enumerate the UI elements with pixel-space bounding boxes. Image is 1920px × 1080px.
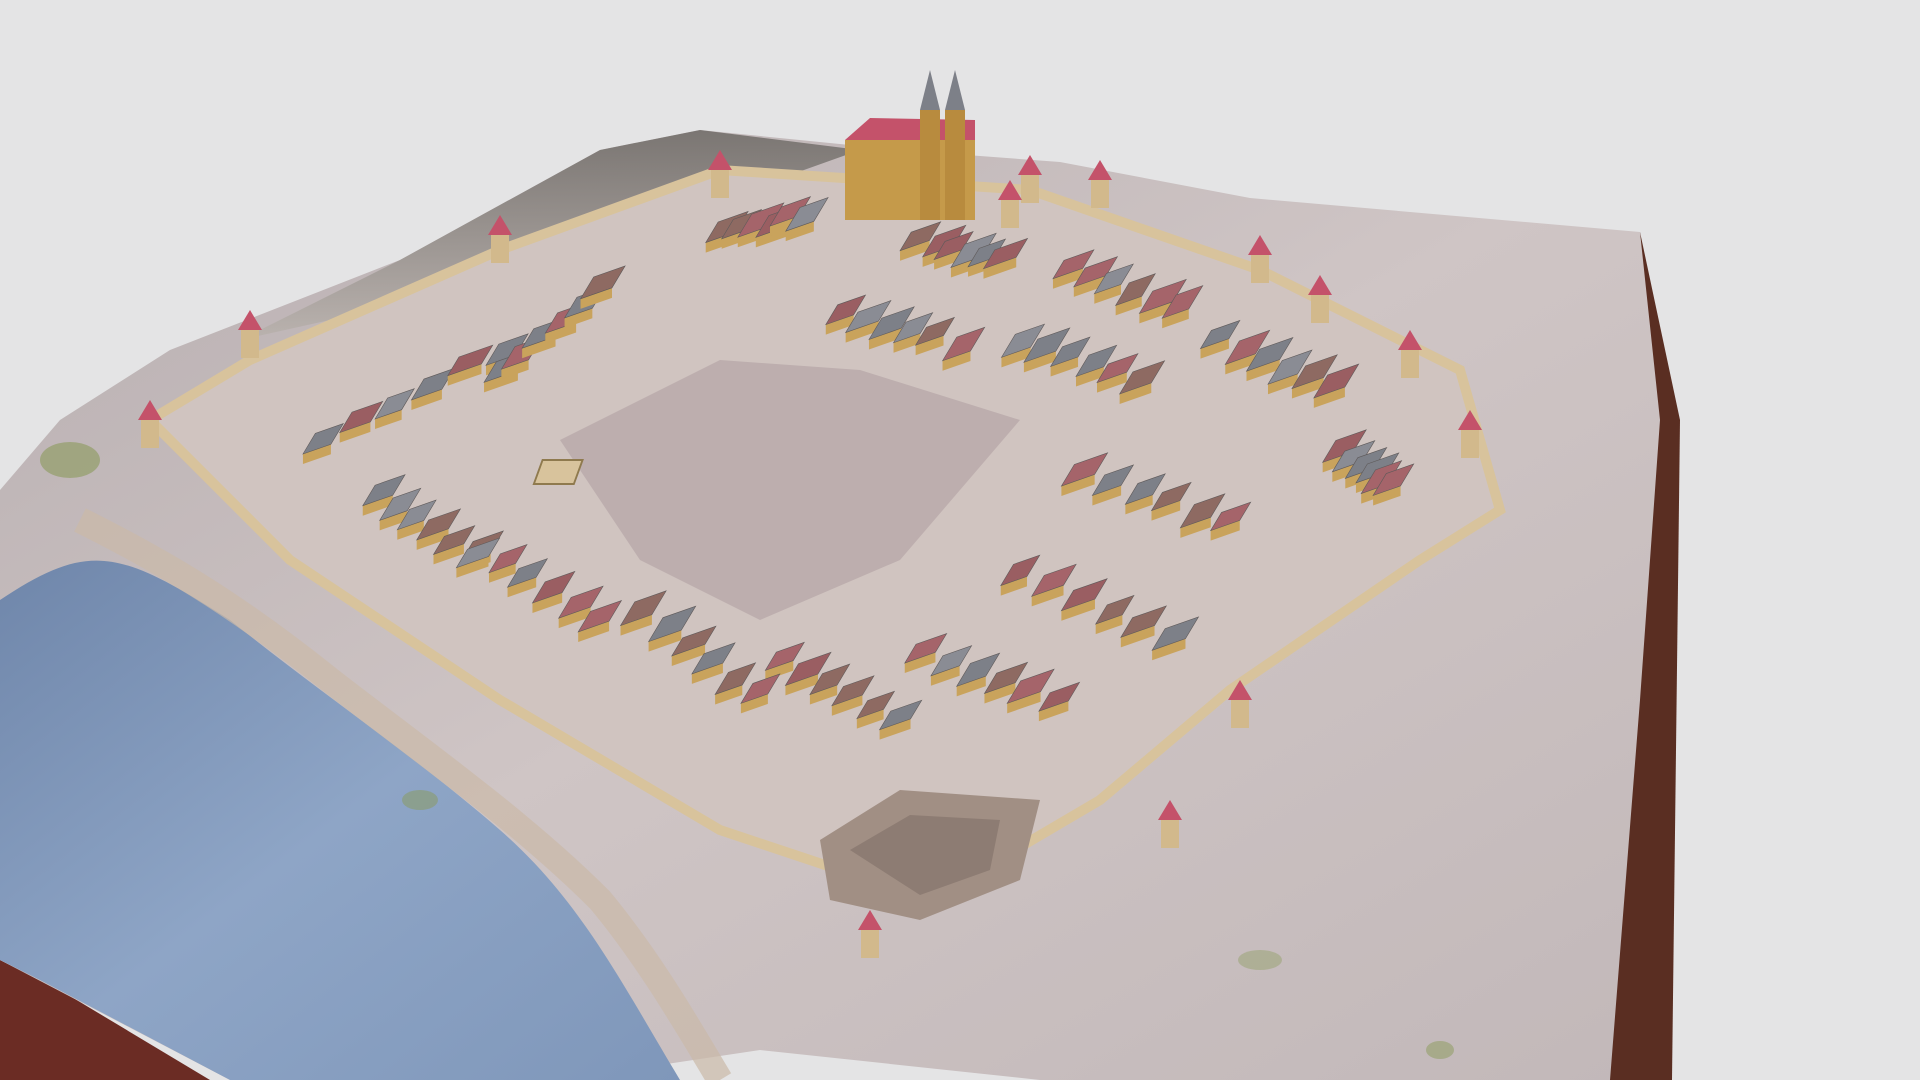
church [845, 70, 975, 220]
3d-viewer-canvas[interactable] [0, 0, 1920, 1080]
town-model-render [0, 70, 1680, 1080]
tower [1088, 160, 1112, 208]
square-fountain [532, 459, 584, 485]
